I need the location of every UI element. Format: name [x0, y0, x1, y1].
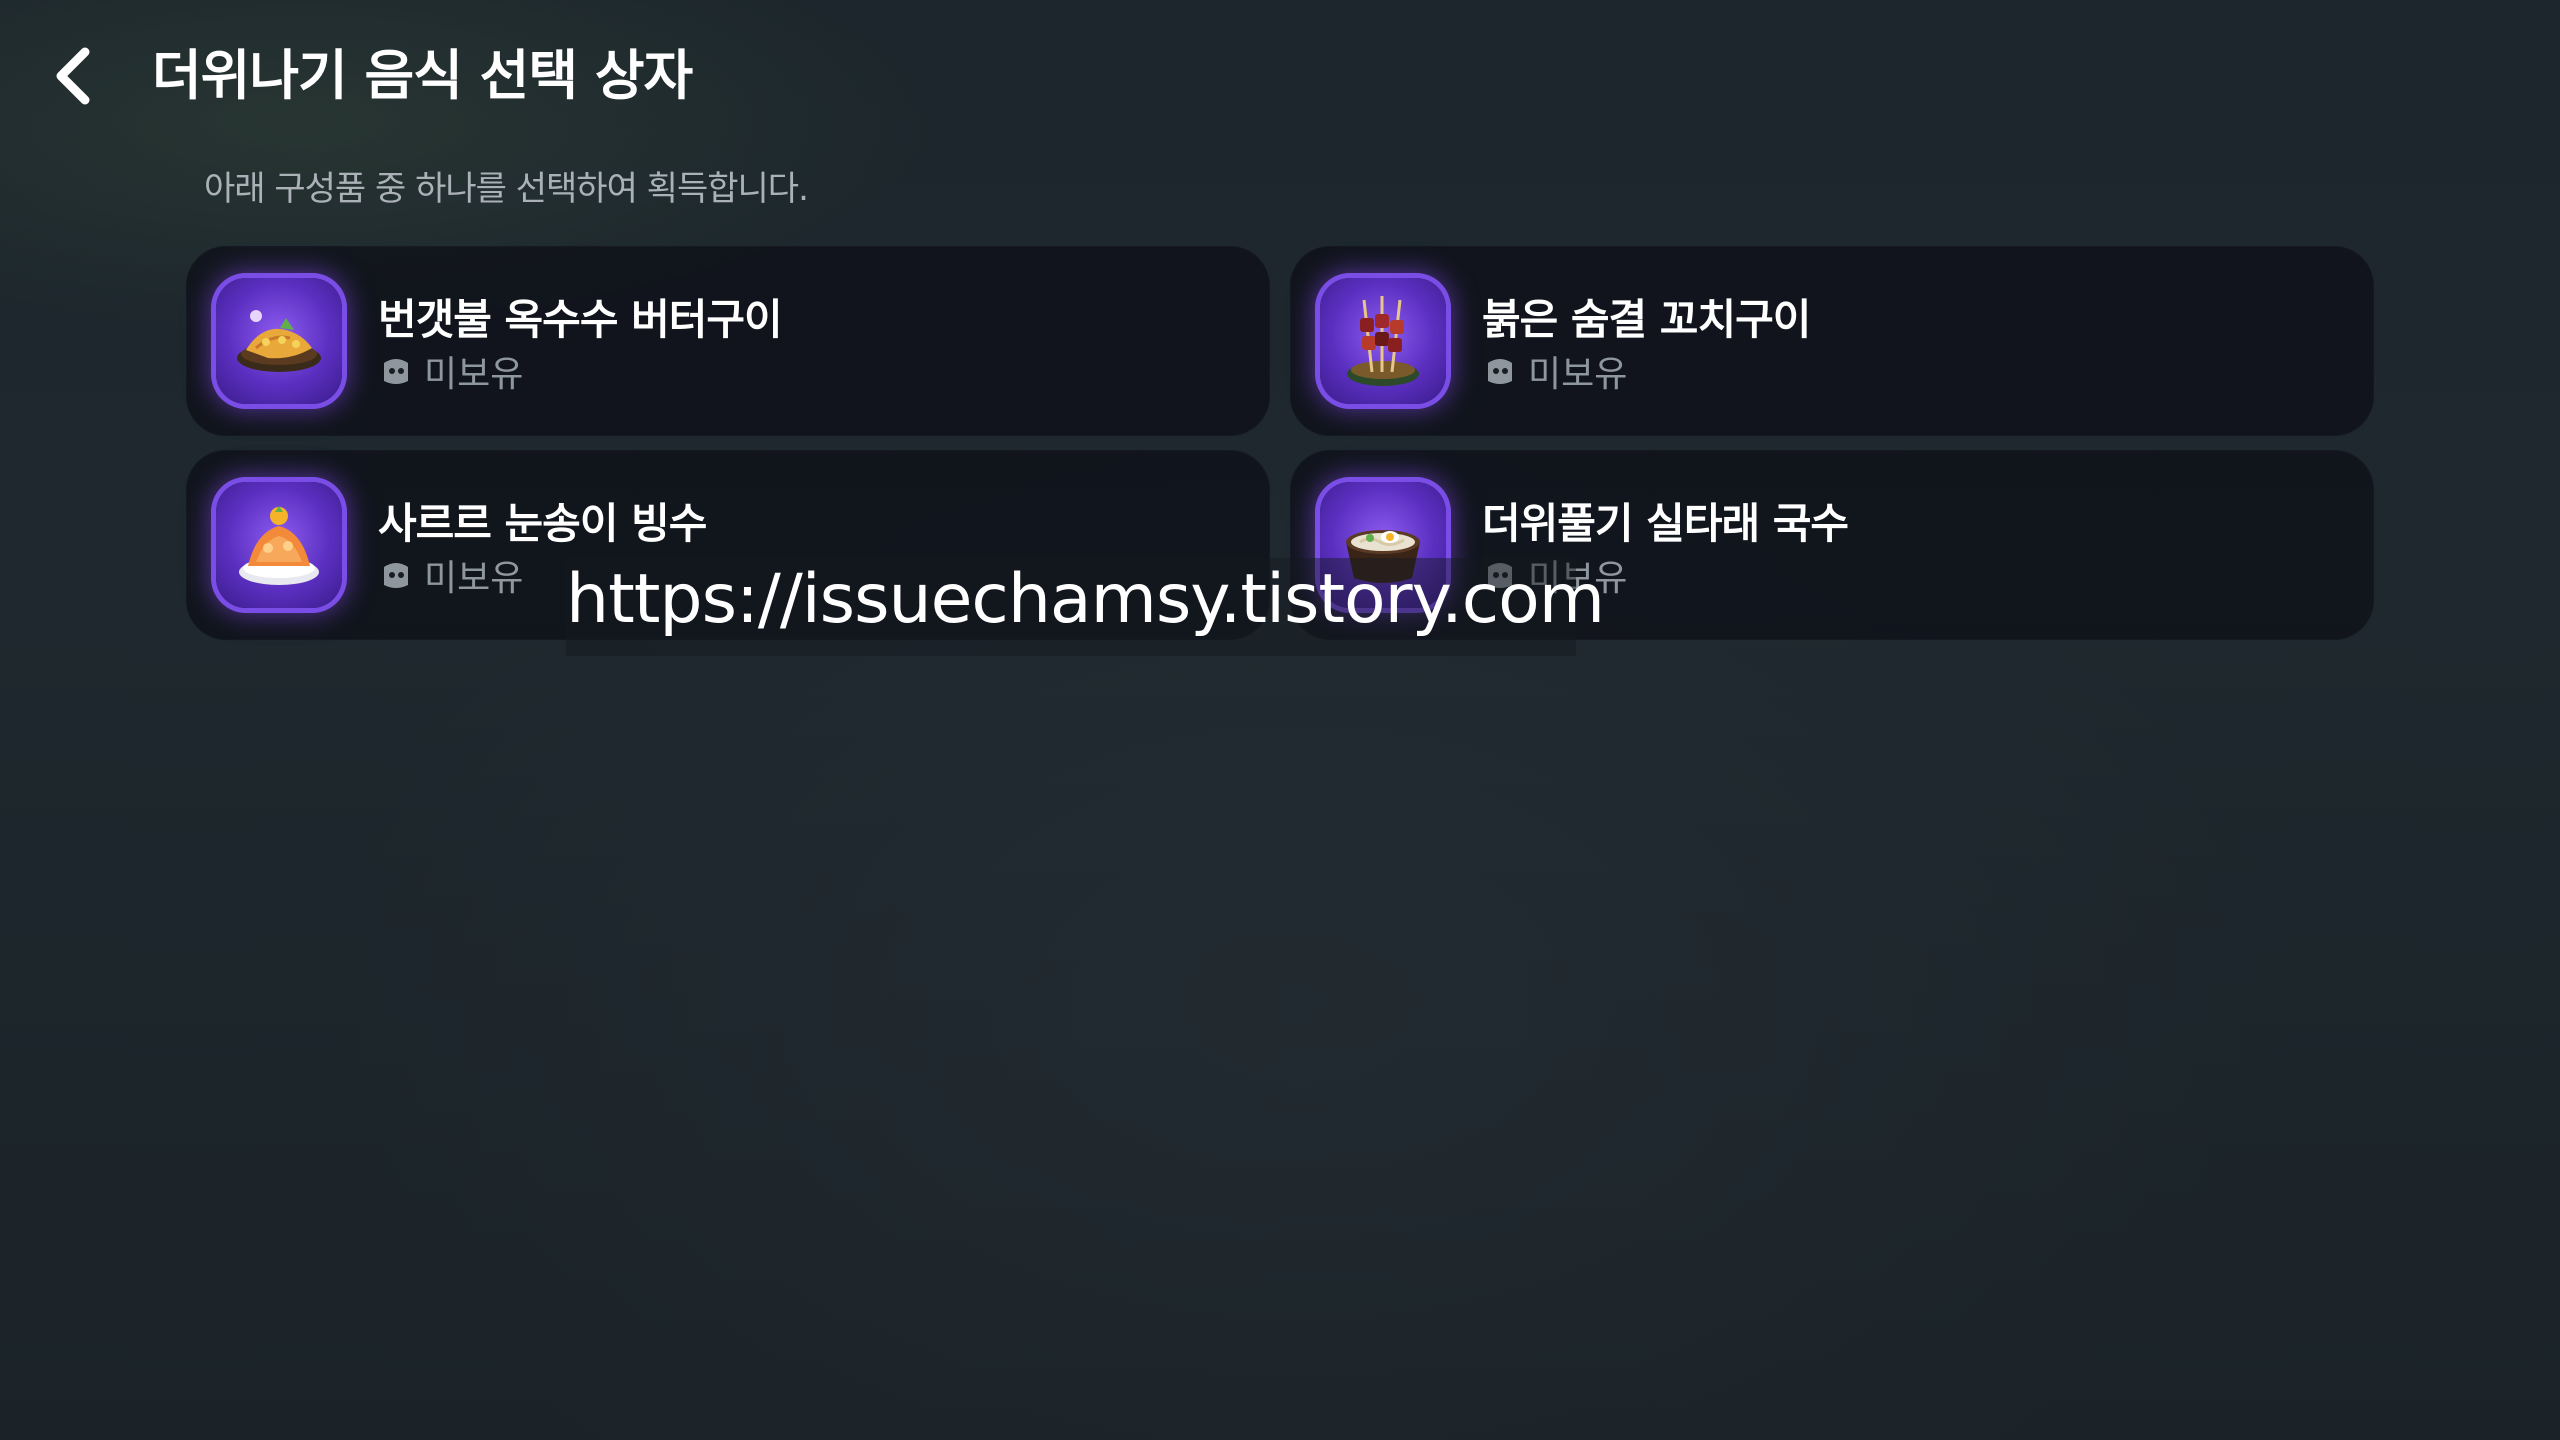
item-name: 사르르 눈송이 빙수 [378, 499, 707, 548]
ownership-status: 미보유 [378, 550, 523, 600]
item-name: 붉은 숨결 꼬치구이 [1482, 295, 1811, 344]
skewer-icon [1320, 278, 1446, 404]
item-name: 더위풀기 실타래 국수 [1482, 499, 1849, 548]
status-label: 미보유 [424, 354, 524, 395]
item-card-skewer[interactable]: 붉은 숨결 꼬치구이 미보유 [1290, 246, 2374, 436]
subtitle: 아래 구성품 중 하나를 선택하여 획득합니다. [204, 169, 809, 209]
back-button[interactable] [40, 40, 106, 112]
item-card-grilled-corn[interactable]: 번갯불 옥수수 버터구이 미보유 [186, 246, 1270, 436]
not-owned-icon [384, 563, 408, 588]
header: 더위나기 음식 선택 상자 [0, 0, 2560, 150]
ownership-status: 미보유 [378, 346, 523, 396]
status-label: 미보유 [1528, 354, 1628, 395]
item-name: 번갯불 옥수수 버터구이 [378, 295, 783, 344]
shaved-ice-icon [216, 482, 342, 608]
chevron-left-icon [56, 47, 90, 105]
not-owned-icon [384, 359, 408, 384]
watermark-url: https://issuechamsy.tistory.com [566, 560, 1605, 639]
grilled-corn-icon [216, 278, 342, 404]
page-title: 더위나기 음식 선택 상자 [152, 44, 693, 107]
not-owned-icon [1488, 359, 1512, 384]
status-label: 미보유 [424, 558, 524, 599]
ownership-status: 미보유 [1482, 346, 1627, 396]
